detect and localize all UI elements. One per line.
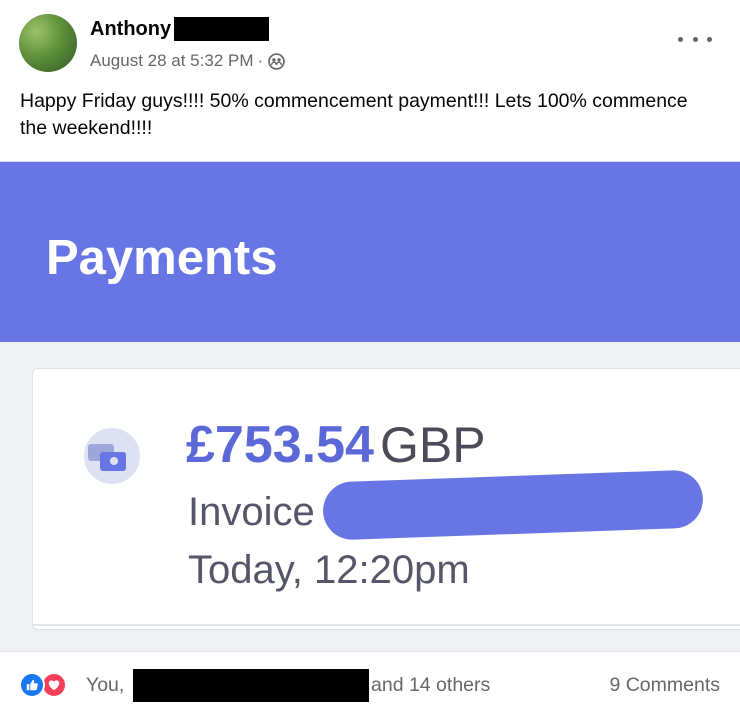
payments-title: Payments [46,231,278,285]
payment-amount: £753.54 [186,416,374,474]
reaction-icons[interactable] [19,672,79,698]
more-dot [692,36,698,42]
post-meta: August 28 at 5:32 PM · [90,49,285,73]
like-icon [19,672,45,698]
redacted-name [174,17,270,41]
payment-date: Today, 12:20pm [188,548,470,592]
post-image[interactable]: Payments £753.54 GBP Invoice Today, 12:20… [0,161,740,651]
payment-amount-row: £753.54 GBP [186,415,486,488]
more-options-icon[interactable] [678,28,712,50]
redaction-scribble [322,469,704,541]
author-avatar[interactable] [19,14,77,72]
invoice-label: Invoice [188,490,315,534]
payments-header: Payments [0,162,740,342]
card-divider [33,624,740,626]
reactions-others[interactable]: and 14 others [371,672,490,698]
more-dot [707,36,712,42]
post-timestamp[interactable]: August 28 at 5:32 PM [90,51,254,71]
payment-cards-icon [84,428,140,484]
author-row: Anthony [90,15,270,43]
author-name[interactable]: Anthony [90,15,171,43]
meta-separator: · [257,51,264,70]
post-text: Happy Friday guys!!!! 50% commencement p… [20,90,688,139]
comments-count[interactable]: 9 Comments [609,672,720,698]
more-dot [678,36,683,42]
reactions-bar: You, and 14 others 9 Comments [0,651,740,708]
reactions-you[interactable]: You, [86,672,124,698]
friends-icon[interactable] [268,52,285,70]
redacted-names [133,669,369,702]
payment-card: £753.54 GBP Invoice Today, 12:20pm [32,368,740,630]
payment-currency: GBP [379,417,486,473]
